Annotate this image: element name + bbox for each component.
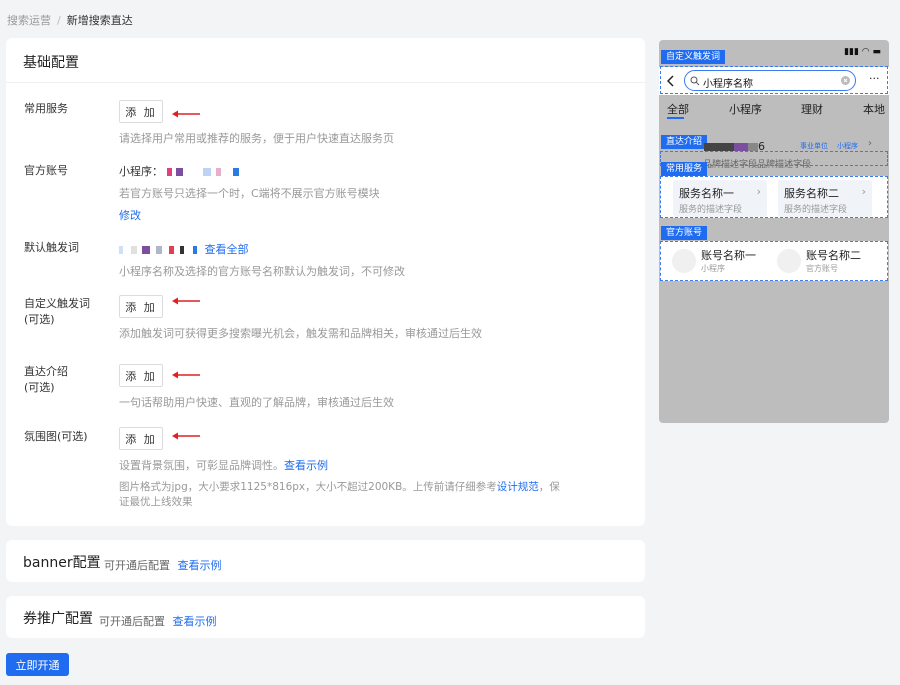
coupon-hint-text: 可开通后配置 — [99, 615, 165, 628]
banner-hint-text: 可开通后配置 — [104, 559, 170, 572]
default-trigger-value: 查看全部 — [119, 241, 249, 257]
intro-hint: 一句话帮助用户快速、直观的了解品牌，审核通过后生效 — [119, 396, 394, 409]
redacted-block — [176, 168, 183, 176]
custom-trigger-label: 自定义触发词 — [24, 297, 90, 310]
atmosphere-requirement: 图片格式为jpg，大小要求1125*816px，大小不超过200KB。上传前请仔… — [119, 479, 560, 494]
atmosphere-label: 氛围图(可选) — [24, 430, 88, 443]
redacted-block — [193, 246, 197, 254]
custom-trigger-hint: 添加触发词可获得更多搜索曝光机会，触发需和品牌相关，审核通过后生效 — [119, 327, 482, 340]
red-arrow-icon — [172, 432, 200, 440]
atmosphere-requirement-line2: 证最优上线效果 — [119, 496, 193, 508]
atmosphere-req-tail: ，保 — [538, 481, 560, 493]
basic-config-title: 基础配置 — [23, 55, 79, 71]
highlight-outline — [660, 241, 888, 281]
custom-trigger-add-button[interactable]: 添 加 — [119, 295, 163, 318]
intro-chevron-icon: › — [868, 138, 872, 149]
preview-intro-badge2: 小程序 — [837, 142, 858, 150]
redacted-block — [748, 143, 758, 151]
tag-intro: 直达介绍 — [661, 135, 708, 149]
phone-preview: ▮▮▮ ◠ ▬ 自定义触发词 小程序名称 ··· 全部 小程序 理财 本地 直达… — [659, 40, 889, 423]
common-service-label: 常用服务 — [24, 102, 68, 115]
redacted-block — [202, 168, 211, 176]
banner-config-hint: 可开通后配置 查看示例 — [104, 557, 222, 573]
redacted-block — [142, 246, 150, 254]
highlight-outline — [660, 66, 888, 94]
intro-add-button[interactable]: 添 加 — [119, 364, 163, 387]
official-account-label: 官方账号 — [24, 164, 68, 177]
view-all-link[interactable]: 查看全部 — [205, 243, 249, 256]
coupon-config-title: 券推广配置 — [23, 611, 93, 627]
redacted-block — [734, 143, 748, 151]
red-arrow-icon — [172, 297, 200, 305]
divider — [6, 82, 645, 83]
tag-service: 常用服务 — [661, 162, 708, 176]
atmosphere-example-link[interactable]: 查看示例 — [284, 459, 328, 472]
intro-optional: (可选) — [24, 381, 55, 394]
official-account-value: 小程序： — [119, 163, 239, 179]
redacted-block — [179, 246, 184, 254]
redacted-block — [216, 168, 221, 176]
preview-tab-all: 全部 — [667, 103, 689, 116]
common-service-hint: 请选择用户常用或推荐的服务，便于用户快速直达服务页 — [119, 132, 394, 145]
preview-tabs: 全部 小程序 理财 本地 — [659, 96, 889, 124]
atmosphere-hint: 设置背景氛围，可彰显品牌调性。查看示例 — [119, 457, 328, 473]
preview-tab-finance: 理财 — [801, 103, 823, 116]
breadcrumb-current: 新增搜索直达 — [66, 14, 133, 27]
custom-trigger-optional: (可选) — [24, 313, 55, 326]
preview-intro-badge1: 事业单位 — [800, 142, 828, 150]
breadcrumb-separator: / — [57, 14, 61, 27]
red-arrow-icon — [172, 110, 200, 118]
preview-tab-miniprogram: 小程序 — [729, 103, 762, 116]
official-account-hint: 若官方账号只选择一个时，C端将不展示官方账号模块 — [119, 187, 380, 200]
official-account-modify-link[interactable]: 修改 — [119, 207, 141, 223]
coupon-example-link[interactable]: 查看示例 — [173, 615, 217, 628]
coupon-config-card: 券推广配置 可开通后配置 查看示例 — [6, 596, 645, 638]
redacted-block — [232, 168, 239, 176]
atmosphere-req-text: 图片格式为jpg，大小要求1125*816px，大小不超过200KB。上传前请仔… — [119, 481, 497, 493]
default-trigger-label: 默认触发词 — [24, 241, 79, 254]
highlight-outline — [660, 176, 888, 218]
common-service-add-button[interactable]: 添 加 — [119, 100, 163, 123]
banner-example-link[interactable]: 查看示例 — [178, 559, 222, 572]
red-arrow-icon — [172, 371, 200, 379]
official-account-prefix: 小程序： — [119, 165, 163, 178]
breadcrumb: 搜索运营 / 新增搜索直达 — [7, 12, 133, 28]
redacted-block — [166, 168, 172, 176]
redacted-block — [119, 246, 123, 254]
redacted-block — [704, 143, 734, 151]
preview-tab-local: 本地 — [863, 103, 885, 116]
submit-button[interactable]: 立即开通 — [6, 653, 69, 676]
redacted-block — [155, 246, 162, 254]
redacted-block — [169, 246, 174, 254]
atmosphere-hint-text: 设置背景氛围，可彰显品牌调性。 — [119, 459, 284, 472]
banner-config-card: banner配置 可开通后配置 查看示例 — [6, 540, 645, 582]
atmosphere-add-button[interactable]: 添 加 — [119, 427, 163, 450]
default-trigger-hint: 小程序名称及选择的官方账号名称默认为触发词，不可修改 — [119, 265, 405, 278]
active-tab-indicator — [667, 117, 684, 119]
tag-custom-trigger: 自定义触发词 — [661, 50, 726, 64]
design-spec-link[interactable]: 设计规范 — [497, 481, 539, 493]
basic-config-card: 基础配置 常用服务 添 加 请选择用户常用或推荐的服务，便于用户快速直达服务页 … — [6, 38, 645, 526]
status-bar-icons: ▮▮▮ ◠ ▬ — [844, 47, 881, 57]
intro-label: 直达介绍 — [24, 365, 68, 378]
coupon-config-hint: 可开通后配置 查看示例 — [99, 613, 217, 629]
tag-account: 官方账号 — [661, 226, 708, 240]
redacted-block — [130, 246, 137, 254]
breadcrumb-parent[interactable]: 搜索运营 — [7, 14, 51, 27]
banner-config-title: banner配置 — [23, 555, 101, 571]
